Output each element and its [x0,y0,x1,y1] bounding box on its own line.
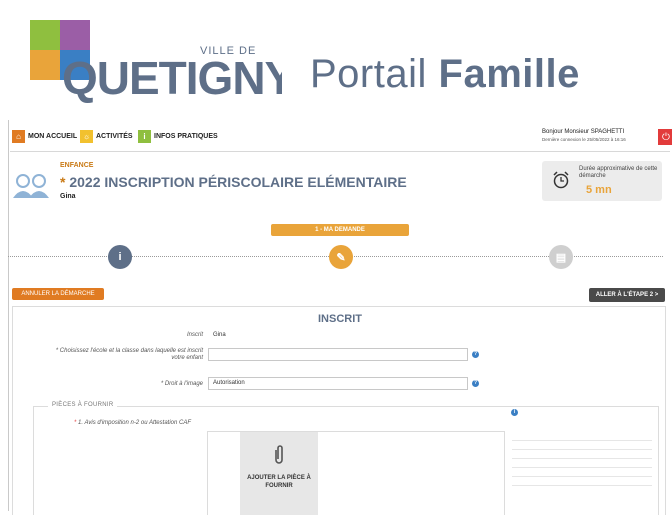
top-nav: ⌂ MON ACCUEIL ☼ ACTIVITÉS i INFOS PRATIQ… [10,126,672,152]
current-step-label: 1 - MA DEMANDE [271,224,409,236]
home-icon: ⌂ [12,130,25,143]
paperclip-icon [275,445,283,464]
last-login-text: Dernière connexion le 25/05/2022 à 16:16 [542,137,626,142]
alarm-clock-icon [553,171,569,189]
sun-icon: ☼ [80,130,93,143]
category-label: ENFANCE [60,162,94,169]
side-lines [512,432,652,486]
greeting-text: Bonjour Monsieur SPAGHETTI [542,129,625,135]
cancel-button[interactable]: ANNULER LA DÉMARCHE [12,288,104,300]
step-3-circle[interactable]: ▤ [549,245,573,269]
duration-value: 5 mn [586,184,612,196]
nav-label: INFOS PRATIQUES [154,133,218,140]
child-name: Gina [60,193,76,200]
add-document-button[interactable]: AJOUTER LA PIÈCE À FOURNIR [240,432,318,515]
help-icon[interactable]: ? [472,351,479,358]
user-greeting: Bonjour Monsieur SPAGHETTI Dernière conn… [542,129,626,143]
info-icon: i [118,251,122,263]
nav-label: MON ACCUEIL [28,133,78,140]
inscrit-label: Inscrit [186,332,203,338]
info-icon: i [138,130,151,143]
image-rights-select[interactable]: Autorisation [208,377,468,390]
school-label: * Choisissez l'école et la classe dans l… [55,348,203,361]
piece-1-label: * 1. Avis d'imposition n-2 ou Attestatio… [74,420,191,426]
quetigny-logo[interactable]: VILLE DE QUETIGNY [22,20,282,110]
step-2-circle[interactable]: ✎ [329,245,353,269]
nav-item-activites[interactable]: ☼ ACTIVITÉS [80,130,133,143]
school-select[interactable] [208,348,468,361]
form-panel: INSCRIT Inscrit Gina * Choisissez l'écol… [12,306,666,515]
nav-item-accueil[interactable]: ⌂ MON ACCUEIL [12,130,77,143]
logout-button[interactable]: ⏻ [658,129,672,145]
pencil-icon: ✎ [336,251,346,264]
nav-item-infos[interactable]: i INFOS PRATIQUES [138,130,218,143]
form-title: INSCRIT [318,313,362,325]
portal-title: Portail Famille [310,52,580,96]
nav-label: ACTIVITÉS [96,133,133,140]
page-title: * 2022 INSCRIPTION PÉRISCOLAIRE ELÉMENTA… [60,174,407,190]
header-banner: VILLE DE QUETIGNY Portail Famille [0,0,672,120]
duration-box: Durée approximative de cette démarche 5 … [542,161,662,201]
duration-label: Durée approximative de cette démarche [579,166,658,179]
add-document-label: AJOUTER LA PIÈCE À FOURNIR [247,475,311,489]
help-icon[interactable]: ? [472,380,479,387]
image-label: * Droit à l'image [160,381,203,387]
inscrit-value: Gina [213,332,226,338]
pieces-fieldset: PIÈCES À FOURNIR * 1. Avis d'imposition … [33,402,659,515]
list-icon: ▤ [555,251,567,264]
power-icon: ⏻ [662,131,670,143]
page-heading: ENFANCE * 2022 INSCRIPTION PÉRISCOLAIRE … [12,160,532,210]
pieces-legend: PIÈCES À FOURNIR [48,402,118,408]
logo-main-text: QUETIGNY [62,52,282,104]
upload-area: AJOUTER LA PIÈCE À FOURNIR [207,431,505,515]
next-step-button[interactable]: ALLER À L'ÉTAPE 2 > [589,288,665,302]
step-1-circle[interactable]: i [108,245,132,269]
children-icon [13,174,49,198]
